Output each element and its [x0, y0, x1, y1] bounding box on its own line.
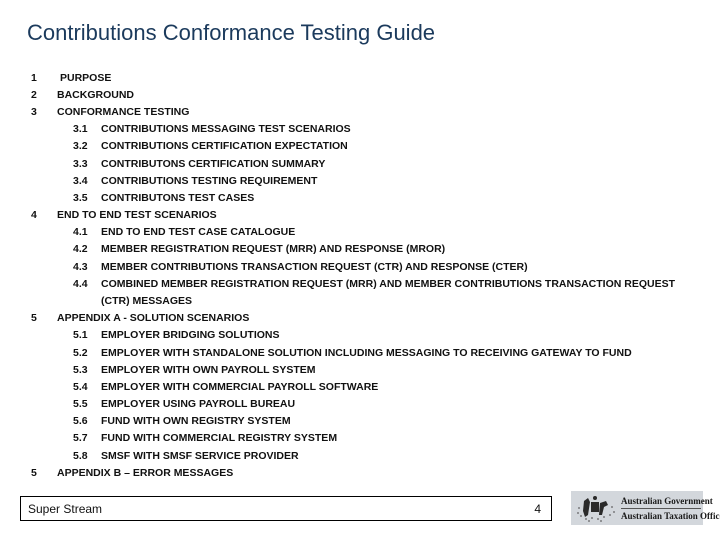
toc-entry-number: 3.1	[73, 123, 88, 135]
logo-divider	[621, 508, 701, 509]
toc-entry-number: 4.4	[73, 278, 88, 290]
toc-entry-title: PURPOSE	[60, 72, 112, 84]
toc-entry-number: 3.2	[73, 140, 88, 152]
toc-entry-title: EMPLOYER WITH STANDALONE SOLUTION INCLUD…	[101, 347, 632, 359]
toc-entry-number: 4.2	[73, 243, 88, 255]
toc-entry-number: 5.5	[73, 398, 88, 410]
page-number: 4	[534, 502, 541, 516]
toc-entry-title: BACKGROUND	[57, 89, 134, 101]
toc-entry-title: END TO END TEST CASE CATALOGUE	[101, 226, 296, 238]
toc-entry-title: CONTRIBUTIONS MESSAGING TEST SCENARIOS	[101, 123, 351, 135]
toc-entry-number: 3.4	[73, 175, 88, 187]
logo-government-text: Australian Government	[621, 496, 713, 506]
toc-entry-number: 5	[31, 312, 37, 324]
toc-entry-title: EMPLOYER USING PAYROLL BUREAU	[101, 398, 296, 410]
toc-entry-number: 5.7	[73, 432, 88, 444]
toc-entry-title: FUND WITH COMMERCIAL REGISTRY SYSTEM	[101, 432, 338, 444]
toc-entry-title: CONTRIBUTONS CERTIFICATION SUMMARY	[101, 158, 326, 170]
footer-bar: Super Stream 4	[20, 496, 552, 521]
toc-entry-title: CONTRIBUTONS TEST CASES	[101, 192, 255, 204]
ato-logo: Australian Government Australian Taxatio…	[571, 491, 720, 525]
toc-entry-title: MEMBER REGISTRATION REQUEST (MRR) AND RE…	[101, 243, 446, 255]
toc-entry-title: CONFORMANCE TESTING	[57, 106, 190, 118]
toc-entry-number: 5	[31, 467, 37, 479]
toc-entry-title: END TO END TEST SCENARIOS	[57, 209, 217, 221]
toc-entry-number: 5.6	[73, 415, 88, 427]
toc-entry-title: (CTR) MESSAGES	[101, 295, 193, 307]
toc-entry-title: EMPLOYER BRIDGING SOLUTIONS	[101, 329, 280, 341]
toc-entry-number: 5.8	[73, 450, 88, 462]
toc-entry-title: SMSF WITH SMSF SERVICE PROVIDER	[101, 450, 299, 462]
logo-office-text: Australian Taxation Office	[621, 511, 720, 521]
coat-of-arms-icon	[577, 496, 615, 522]
toc-entry-number: 4.3	[73, 261, 88, 273]
toc-entry-title: CONTRIBUTIONS CERTIFICATION EXPECTATION	[101, 140, 348, 152]
footer-brand: Super Stream	[28, 502, 103, 516]
toc-entry-number: 2	[31, 89, 37, 101]
toc-entry-number: 4	[31, 209, 37, 221]
toc-entry-title: APPENDIX B – ERROR MESSAGES	[57, 467, 234, 479]
toc-entry-number: 5.2	[73, 347, 88, 359]
toc-entry-title: FUND WITH OWN REGISTRY SYSTEM	[101, 415, 291, 427]
toc-entry-number: 3	[31, 106, 37, 118]
toc-entry-number: 5.3	[73, 364, 88, 376]
toc-entry-title: MEMBER CONTRIBUTIONS TRANSACTION REQUEST…	[101, 261, 528, 273]
toc-entry-title: CONTRIBUTIONS TESTING REQUIREMENT	[101, 175, 318, 187]
toc-entry-number: 3.5	[73, 192, 88, 204]
toc-entry-title: EMPLOYER WITH COMMERCIAL PAYROLL SOFTWAR…	[101, 381, 379, 393]
toc-entry-number: 4.1	[73, 226, 88, 238]
page-title: Contributions Conformance Testing Guide	[27, 20, 436, 45]
toc-entry-title: COMBINED MEMBER REGISTRATION REQUEST (MR…	[101, 278, 675, 290]
toc-entry-number: 3.3	[73, 158, 88, 170]
toc-entry-number: 5.4	[73, 381, 88, 393]
toc-entry-number: 1	[31, 72, 37, 84]
toc-entry-title: EMPLOYER WITH OWN PAYROLL SYSTEM	[101, 364, 316, 376]
toc-entry-number: 5.1	[73, 329, 88, 341]
toc-entry-title: APPENDIX A - SOLUTION SCENARIOS	[57, 312, 250, 324]
